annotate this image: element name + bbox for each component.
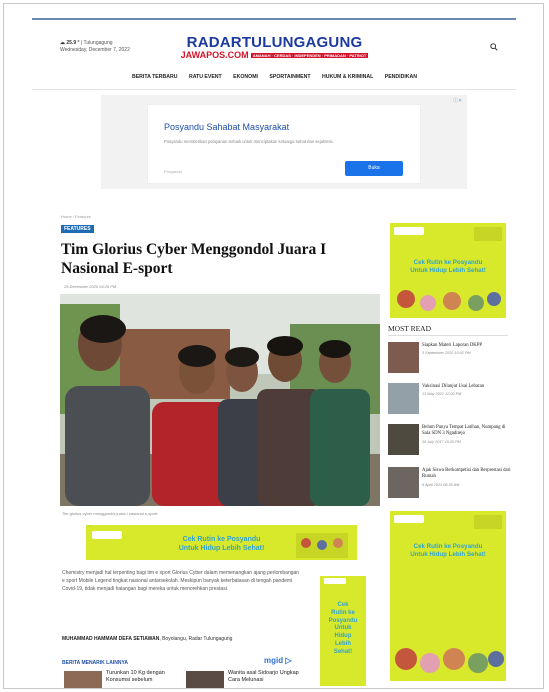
most-read-heading: MOST READ [388,324,431,333]
logo-tagline: AMANAH · CERDAS · INDEPENDEN · PRIMADAN … [250,52,369,58]
article-date: 29 December 2020 04:29 PM [64,284,117,289]
article-photo [60,294,380,506]
most-read-divider [388,335,508,336]
most-read-title[interactable]: Belum Punya Tempat Latihan, Numpang di S… [422,425,512,437]
sidebar-posyandu-ad-top[interactable]: Cek Rutin ke Posyandu Untuk Hidup Lebih … [390,223,506,318]
most-read-title[interactable]: Vaksinasi Dilanjut Usai Lebaran [422,384,512,390]
page-frame: ☁ 25.9 ° | Tulungagung Wednesday, Decemb… [3,3,544,689]
article-author: MUHAMMAD HAMMAM DEFA SETIAWAN, Boyolangu… [62,636,232,642]
ad-source: Posyandu [164,169,182,174]
most-read-thumb[interactable] [388,342,419,373]
article-paragraph: Chemistry menjadi hal terpenting bagi ti… [62,570,300,592]
nav-item-ratu-event[interactable]: RATU EVENT [189,74,222,80]
nav-divider [32,89,516,90]
mid-posyandu-ad[interactable]: ⓘ Cek Rutin ke Posyandu Untuk Hidup Lebi… [86,521,357,560]
top-ad-banner[interactable]: ⓘ✕ Posyandu Sahabat Masyarakat Posyandu … [101,95,467,189]
author-location: , Boyolangu, Radar Tulungagung [159,636,233,642]
mgid-brand: mgid [264,656,284,665]
most-read-date: 9 April 2021 08:30 AM [422,483,460,487]
nav-item-hukum-kriminal[interactable]: HUKUM & KRIMINAL [322,74,373,80]
nav-item-sportainment[interactable]: SPORTAINMENT [269,74,310,80]
related-item-2[interactable]: Wanita asal Sidoarjo Ungkap Cara Melunas… [228,670,308,684]
most-read-thumb[interactable] [388,383,419,414]
logo-main-text: RADARTULUNGAGUNG [186,34,363,51]
photo-caption: Tim glorius cyber menggondol juara I nas… [62,511,159,516]
ad-open-button[interactable]: Buka [345,161,403,176]
ad-close-icon[interactable]: ⓘ✕ [453,97,462,104]
related-thumb-1[interactable] [64,671,102,688]
narrow-ad-line5: Hidup [334,633,352,640]
narrow-ad-line4: Untuk [334,625,352,632]
sidebar-ad-line1: Cek Rutin ke Posyandu [413,259,483,266]
sidebar-ad-line2: Untuk Hidup Lebih Sehat! [410,267,486,274]
mid-ad-line2: Untuk Hidup Lebih Sehat! [178,545,265,552]
main-nav: BERITA TERBARU RATU EVENT EKONOMI SPORTA… [4,74,543,80]
ad-title: Posyandu Sahabat Masyarakat [164,122,290,132]
site-logo[interactable]: RADARTULUNGAGUNG JAWAPOS.COM AMANAH · CER… [4,34,543,61]
narrow-ad-line1: Cek [337,602,349,608]
ad-description: Posyandu memberikan pelayanan terbaik un… [164,139,334,144]
logo-sub-text: JAWAPOS.COM [180,50,249,60]
narrow-ad-line3: Posyandu [328,617,358,624]
most-read-thumb[interactable] [388,467,419,498]
related-thumb-2[interactable] [186,671,224,688]
article-title: Tim Glorius Cyber Menggondol Juara I Nas… [61,241,327,277]
narrow-ad-line7: Sehat! [333,648,353,655]
top-accent-line [32,18,516,20]
narrow-ad-line6: Lebih [335,640,351,647]
related-item-1[interactable]: Turunkan 10 Kg dengan Konsumsi sebelum [106,670,186,684]
author-name: MUHAMMAD HAMMAM DEFA SETIAWAN [62,636,160,642]
nav-item-pendidikan[interactable]: PENDIDIKAN [385,74,417,80]
category-badge[interactable]: FEATURES [61,225,94,233]
ad-card[interactable]: Posyandu Sahabat Masyarakat Posyandu mem… [148,105,420,183]
most-read-thumb[interactable] [388,424,419,455]
nav-item-ekonomi[interactable]: EKONOMI [233,74,258,80]
related-heading: BERITA MENARIK LAINNYA [62,660,128,666]
search-icon[interactable] [490,43,498,51]
sidebar-ad2-line2: Untuk Hidup Lebih Sehat! [410,551,486,558]
mid-ad-line1: Cek Rutin ke Posyandu [182,536,261,543]
mgid-logo[interactable]: mgid ▷ [264,656,291,665]
most-read-title[interactable]: Ajak Siswa Berkompetisi dan Berprestasi … [422,468,512,480]
most-read-title[interactable]: Siapkan Materi Laporan DKPP [422,343,512,349]
most-read-date: 29 July 2017 15:20 PM [422,440,461,444]
narrow-posyandu-ad[interactable]: Cek Rutin ke Posyandu Untuk Hidup Lebih … [320,576,366,686]
nav-item-berita-terbaru[interactable]: BERITA TERBARU [132,74,178,80]
most-read-date: 3 September 2020 15:02 PM [422,351,471,355]
svg-text:ⓘ: ⓘ [87,525,91,527]
sidebar-ad2-line1: Cek Rutin ke Posyandu [413,543,483,550]
sidebar-posyandu-ad-bottom[interactable]: Cek Rutin ke Posyandu Untuk Hidup Lebih … [390,511,506,681]
breadcrumb[interactable]: Home / Features [61,214,91,219]
narrow-ad-line2: Rutin ke [331,609,355,616]
most-read-date: 13 May 2021 12:09 PM [422,392,462,396]
